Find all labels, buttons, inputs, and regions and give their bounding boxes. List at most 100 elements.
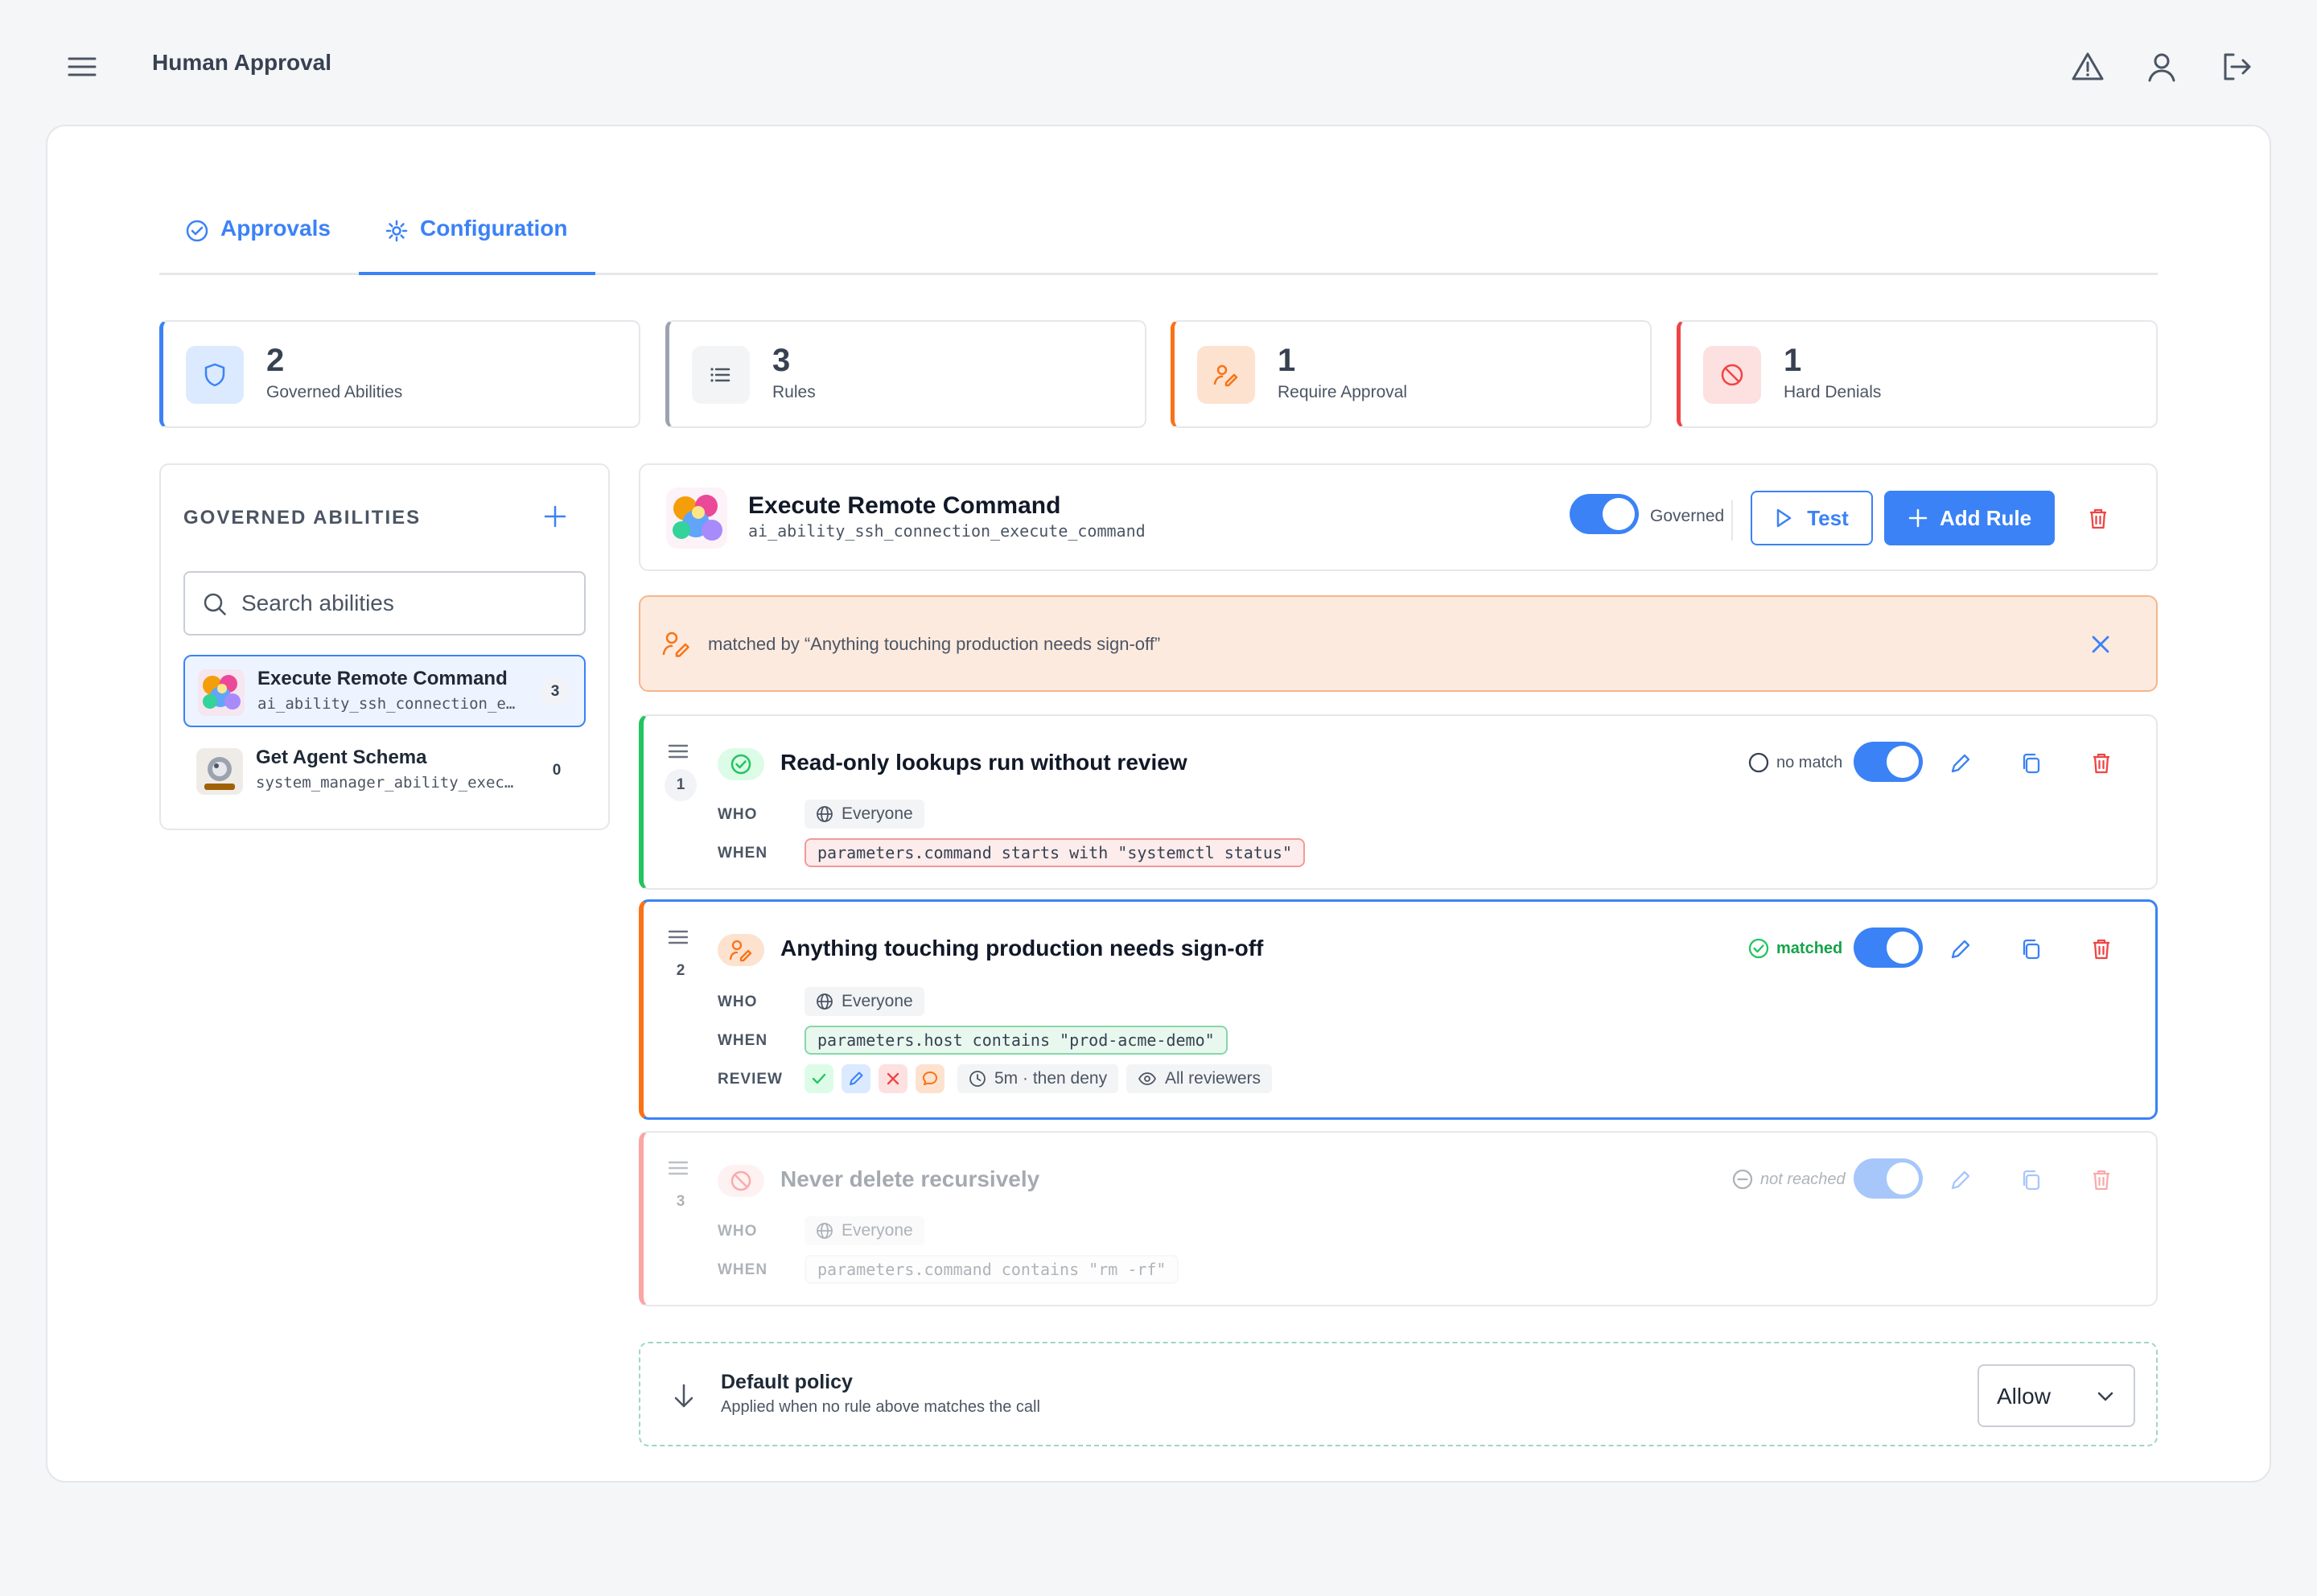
tab-configuration[interactable]: Configuration (359, 216, 595, 275)
divider (1731, 500, 1733, 541)
stat-hard-denials: 1 Hard Denials (1677, 320, 2158, 428)
who-value: Everyone (842, 804, 913, 823)
rule-status: not reached (1731, 1168, 1846, 1191)
default-policy-select[interactable]: Allow (1977, 1364, 2135, 1427)
rule-enabled-toggle[interactable] (1854, 1158, 1923, 1199)
test-button[interactable]: Test (1751, 491, 1873, 545)
rule-status: no match (1747, 751, 1842, 774)
stat-require-approval: 1 Require Approval (1171, 320, 1652, 428)
delete-ability-icon[interactable] (2087, 507, 2109, 531)
ability-item-execute-remote-command[interactable]: Execute Remote Command ai_ability_ssh_co… (183, 655, 586, 727)
stat-value: 1 (1784, 343, 1802, 378)
logout-icon[interactable] (2217, 48, 2254, 85)
ability-name: Execute Remote Command (257, 668, 508, 689)
duplicate-icon[interactable] (2019, 937, 2043, 961)
edit-icon[interactable] (1949, 937, 1973, 961)
policy-subtitle: Applied when no rule above matches the c… (721, 1398, 1040, 1416)
edit-icon[interactable] (1949, 1168, 1973, 1192)
rule-title: Anything touching production needs sign-… (780, 936, 1264, 960)
drag-handle-icon[interactable] (668, 743, 689, 759)
delete-rule-icon[interactable] (2090, 937, 2113, 961)
rule-card-2: 2 Anything touching production needs sig… (639, 899, 2158, 1120)
who-chip: Everyone (805, 1216, 924, 1245)
globe-icon (817, 806, 833, 822)
check-circle-icon (186, 220, 208, 242)
review-label: REVIEW (718, 1071, 783, 1088)
duplicate-icon[interactable] (2019, 751, 2043, 775)
tab-bar: Approvals Configuration (159, 200, 2158, 275)
arrow-down-icon (671, 1382, 697, 1409)
governed-label: Governed (1650, 507, 1725, 525)
who-chip: Everyone (805, 987, 924, 1016)
when-label: WHEN (718, 845, 768, 862)
who-chip: Everyone (805, 800, 924, 829)
stat-value: 3 (772, 343, 791, 378)
duplicate-icon[interactable] (2019, 1168, 2043, 1192)
when-label: WHEN (718, 1032, 768, 1049)
close-icon[interactable] (2089, 632, 2113, 656)
plus-icon (1908, 508, 1928, 528)
when-condition: parameters.command starts with "systemct… (805, 838, 1306, 867)
tab-approvals[interactable]: Approvals (159, 216, 344, 275)
when-label: WHEN (718, 1261, 768, 1278)
ability-avatar (196, 748, 243, 795)
check-circle-icon (1748, 938, 1769, 959)
gear-icon (385, 220, 408, 242)
timeout-value: 5m · then deny (994, 1069, 1108, 1088)
search-input[interactable] (241, 587, 563, 619)
stat-rules: 3 Rules (665, 320, 1146, 428)
timeout-chip: 5m · then deny (957, 1064, 1119, 1093)
signoff-icon (661, 629, 692, 658)
add-ability-icon[interactable] (541, 502, 570, 531)
ability-title: Execute Remote Command (748, 492, 1061, 519)
rule-card-3: 3 Never delete recursively not reached W… (639, 1131, 2158, 1306)
eye-icon (1138, 1072, 1156, 1085)
ability-avatar (666, 487, 727, 549)
globe-icon (817, 993, 833, 1010)
rule-index: 1 (665, 769, 697, 801)
search-box (183, 571, 586, 636)
edit-icon[interactable] (1949, 751, 1973, 775)
who-label: WHO (718, 993, 758, 1010)
drag-handle-icon[interactable] (668, 929, 689, 945)
ability-name: Get Agent Schema (256, 747, 427, 768)
rule-enabled-toggle[interactable] (1854, 742, 1923, 782)
add-rule-button[interactable]: Add Rule (1884, 491, 2055, 545)
ability-item-get-agent-schema[interactable]: Get Agent Schema system_manager_ability_… (183, 735, 586, 808)
default-policy: Default policy Applied when no rule abov… (639, 1342, 2158, 1446)
stat-value: 1 (1278, 343, 1296, 378)
delete-rule-icon[interactable] (2090, 1168, 2113, 1192)
when-condition: parameters.host contains "prod-acme-demo… (805, 1026, 1228, 1055)
deny-action-icon (879, 1064, 907, 1093)
status-text: no match (1776, 753, 1843, 771)
reviewers-value: All reviewers (1165, 1069, 1261, 1088)
drag-handle-icon[interactable] (668, 1160, 689, 1176)
policy-title: Default policy (721, 1371, 853, 1393)
rule-count-badge: 0 (552, 762, 562, 779)
match-banner: matched by “Anything touching production… (639, 595, 2158, 692)
who-label: WHO (718, 1223, 758, 1240)
tab-label: Approvals (220, 216, 331, 241)
rule-card-1: 1 Read-only lookups run without review n… (639, 714, 2158, 890)
chevron-down-icon (2097, 1392, 2113, 1401)
who-label: WHO (718, 806, 758, 823)
governed-toggle[interactable] (1570, 494, 1639, 534)
globe-icon (817, 1223, 833, 1239)
signoff-icon (718, 934, 764, 966)
rule-index: 2 (676, 962, 685, 979)
status-text: matched (1776, 939, 1843, 957)
ability-slug: ai_ability_ssh_connection_execute_comman… (748, 521, 1146, 541)
search-icon (204, 593, 226, 615)
user-icon[interactable] (2143, 48, 2180, 85)
panel-title: GOVERNED ABILITIES (183, 507, 422, 529)
delete-rule-icon[interactable] (2090, 751, 2113, 775)
rule-title: Read-only lookups run without review (780, 750, 1187, 775)
menu-icon[interactable] (66, 55, 98, 79)
test-label: Test (1807, 505, 1849, 530)
ban-icon (718, 1165, 764, 1197)
ability-slug: system_manager_ability_execute_get_agent… (256, 774, 521, 792)
rule-enabled-toggle[interactable] (1854, 928, 1923, 968)
policy-value: Allow (1997, 1384, 2051, 1409)
approve-action-icon (805, 1064, 833, 1093)
warning-icon[interactable] (2069, 48, 2106, 85)
